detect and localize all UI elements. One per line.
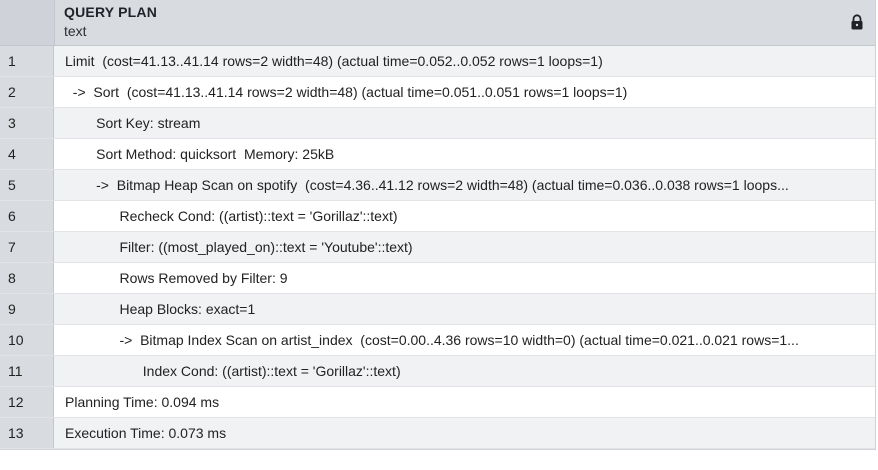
grid-header: QUERY PLAN text bbox=[0, 0, 875, 46]
row-number[interactable]: 8 bbox=[0, 263, 54, 293]
row-number[interactable]: 6 bbox=[0, 201, 54, 231]
table-row[interactable]: 1 Limit (cost=41.13..41.14 rows=2 width=… bbox=[0, 46, 875, 77]
table-row[interactable]: 13 Execution Time: 0.073 ms bbox=[0, 418, 875, 449]
query-plan-cell[interactable]: Recheck Cond: ((artist)::text = 'Gorilla… bbox=[54, 201, 875, 231]
row-number[interactable]: 12 bbox=[0, 387, 54, 417]
column-type: text bbox=[64, 23, 87, 39]
query-plan-cell[interactable]: -> Bitmap Heap Scan on spotify (cost=4.3… bbox=[54, 170, 875, 200]
table-row[interactable]: 10 -> Bitmap Index Scan on artist_index … bbox=[0, 325, 875, 356]
query-result-grid: QUERY PLAN text 1 Limit (cost=41.13..41.… bbox=[0, 0, 876, 450]
query-plan-cell[interactable]: Limit (cost=41.13..41.14 rows=2 width=48… bbox=[54, 46, 875, 76]
row-number[interactable]: 4 bbox=[0, 139, 54, 169]
row-number[interactable]: 1 bbox=[0, 46, 54, 76]
table-row[interactable]: 11 Index Cond: ((artist)::text = 'Gorill… bbox=[0, 356, 875, 387]
query-plan-cell[interactable]: Execution Time: 0.073 ms bbox=[54, 418, 875, 448]
query-plan-cell[interactable]: Heap Blocks: exact=1 bbox=[54, 294, 875, 324]
table-row[interactable]: 7 Filter: ((most_played_on)::text = 'You… bbox=[0, 232, 875, 263]
column-header-query-plan[interactable]: QUERY PLAN text bbox=[55, 0, 875, 45]
table-row[interactable]: 9 Heap Blocks: exact=1 bbox=[0, 294, 875, 325]
row-number[interactable]: 3 bbox=[0, 108, 54, 138]
row-number[interactable]: 9 bbox=[0, 294, 54, 324]
lock-icon bbox=[851, 14, 863, 30]
row-number[interactable]: 13 bbox=[0, 418, 54, 448]
query-plan-cell[interactable]: Planning Time: 0.094 ms bbox=[54, 387, 875, 417]
query-plan-cell[interactable]: Rows Removed by Filter: 9 bbox=[54, 263, 875, 293]
table-row[interactable]: 3 Sort Key: stream bbox=[0, 108, 875, 139]
table-row[interactable]: 4 Sort Method: quicksort Memory: 25kB bbox=[0, 139, 875, 170]
row-number[interactable]: 11 bbox=[0, 356, 54, 386]
table-row[interactable]: 8 Rows Removed by Filter: 9 bbox=[0, 263, 875, 294]
table-row[interactable]: 12 Planning Time: 0.094 ms bbox=[0, 387, 875, 418]
table-row[interactable]: 6 Recheck Cond: ((artist)::text = 'Goril… bbox=[0, 201, 875, 232]
row-number[interactable]: 5 bbox=[0, 170, 54, 200]
column-title: QUERY PLAN bbox=[64, 4, 158, 20]
query-plan-cell[interactable]: -> Bitmap Index Scan on artist_index (co… bbox=[54, 325, 875, 355]
query-plan-cell[interactable]: -> Sort (cost=41.13..41.14 rows=2 width=… bbox=[54, 77, 875, 107]
query-plan-cell[interactable]: Filter: ((most_played_on)::text = 'Youtu… bbox=[54, 232, 875, 262]
query-plan-cell[interactable]: Sort Method: quicksort Memory: 25kB bbox=[54, 139, 875, 169]
table-row[interactable]: 5 -> Bitmap Heap Scan on spotify (cost=4… bbox=[0, 170, 875, 201]
row-number[interactable]: 2 bbox=[0, 77, 54, 107]
row-number[interactable]: 7 bbox=[0, 232, 54, 262]
row-number-header[interactable] bbox=[0, 0, 55, 45]
table-row[interactable]: 2 -> Sort (cost=41.13..41.14 rows=2 widt… bbox=[0, 77, 875, 108]
query-plan-cell[interactable]: Sort Key: stream bbox=[54, 108, 875, 138]
query-plan-cell[interactable]: Index Cond: ((artist)::text = 'Gorillaz'… bbox=[54, 356, 875, 386]
row-number[interactable]: 10 bbox=[0, 325, 54, 355]
